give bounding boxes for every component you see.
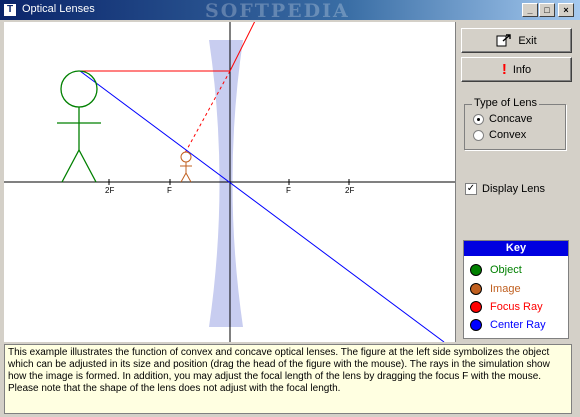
label-right-2f: 2F [345,186,354,195]
display-lens-checkbox[interactable]: ✓ [465,183,477,195]
concave-lens[interactable] [209,40,243,327]
radio-convex[interactable]: Convex [473,129,526,141]
radio-convex-indicator[interactable] [473,129,484,141]
radio-concave[interactable]: Concave [473,113,532,125]
description-text: This example illustrates the function of… [4,344,572,414]
center-ray [79,70,445,342]
key-item-image: Image [470,283,521,295]
title-bar[interactable]: T Optical Lenses SOFTPEDIA _ □ × [0,0,580,22]
focus-ray-color-icon [470,301,482,313]
key-item-label: Image [490,283,521,295]
maximize-button[interactable]: □ [539,3,555,17]
app-icon[interactable]: T [3,3,17,17]
key-item-object: Object [470,264,522,276]
key-legend: Key Object Image Focus Ray Center Ray [463,240,569,339]
minimize-icon: _ [527,5,533,15]
exclamation-icon: ! [501,61,507,78]
info-button-label: Info [512,63,532,76]
exit-button-label: Exit [518,34,537,47]
application-window: T Optical Lenses SOFTPEDIA _ □ × 2F F F … [0,0,580,417]
radio-concave-indicator[interactable] [473,113,484,125]
lens-type-group [464,104,566,150]
image-figure [180,151,192,183]
exit-button[interactable]: Exit [461,28,572,53]
key-item-center-ray: Center Ray [470,319,546,331]
display-lens-checkbox-row[interactable]: ✓ Display Lens [465,183,545,195]
radio-concave-label: Concave [489,113,533,125]
simulation-canvas[interactable]: 2F F F 2F [4,22,456,342]
label-left-f[interactable]: F [167,186,172,195]
image-color-icon [470,283,482,295]
label-right-f[interactable]: F [286,186,291,195]
key-item-label: Center Ray [490,319,546,331]
object-figure[interactable] [57,70,101,183]
label-left-2f: 2F [105,186,114,195]
info-button[interactable]: ! Info [461,57,572,82]
object-color-icon [470,264,482,276]
exit-icon [496,33,512,46]
center-ray-color-icon [470,319,482,331]
window-title: Optical Lenses [22,3,95,15]
simulation-drawing: 2F F F 2F [4,22,455,342]
lens-type-legend: Type of Lens [472,97,539,109]
object-head[interactable] [60,70,98,108]
key-item-label: Object [490,264,522,276]
watermark-text: SOFTPEDIA [205,0,350,22]
minimize-button[interactable]: _ [522,3,538,17]
display-lens-label: Display Lens [482,183,545,195]
key-title: Key [464,241,568,256]
close-icon: × [563,5,569,15]
maximize-icon: □ [544,5,550,15]
radio-convex-label: Convex [489,129,527,141]
key-item-focus-ray: Focus Ray [470,301,543,313]
key-item-label: Focus Ray [490,301,543,313]
close-button[interactable]: × [558,3,574,17]
